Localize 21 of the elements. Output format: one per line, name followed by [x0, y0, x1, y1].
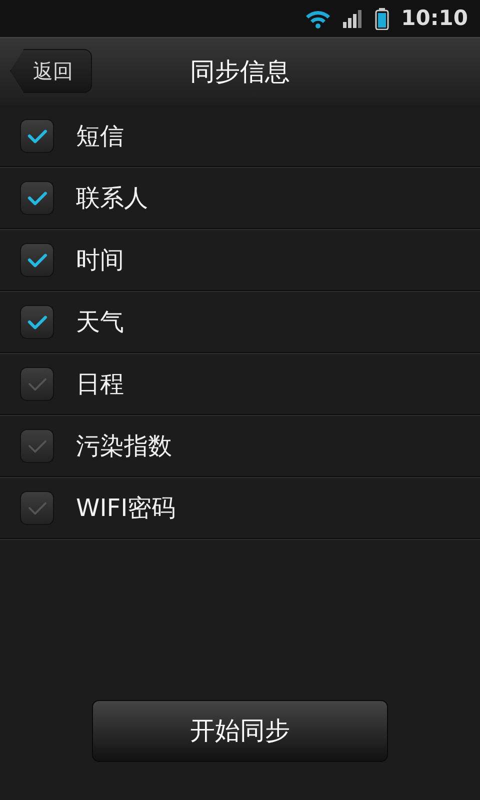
- checkbox[interactable]: [20, 242, 54, 276]
- checkbox[interactable]: [20, 304, 54, 338]
- checkbox[interactable]: [20, 366, 54, 400]
- wifi-icon: [305, 8, 332, 28]
- item-label: 日程: [76, 368, 124, 400]
- item-label: WIFI密码: [76, 492, 176, 524]
- checkbox[interactable]: [20, 490, 54, 524]
- start-sync-button[interactable]: 开始同步: [92, 700, 388, 762]
- item-label: 短信: [76, 120, 124, 152]
- checkbox[interactable]: [20, 180, 54, 214]
- status-time: 10:10: [401, 4, 468, 32]
- checkbox[interactable]: [20, 118, 54, 152]
- item-label: 污染指数: [76, 430, 172, 462]
- page-title: 同步信息: [190, 56, 290, 88]
- battery-icon: [375, 8, 390, 30]
- back-button[interactable]: 返回: [10, 49, 92, 93]
- item-label: 天气: [76, 306, 124, 338]
- checkbox[interactable]: [20, 428, 54, 462]
- signal-icon: [343, 10, 364, 28]
- item-label: 时间: [76, 244, 124, 276]
- item-label: 联系人: [76, 182, 148, 214]
